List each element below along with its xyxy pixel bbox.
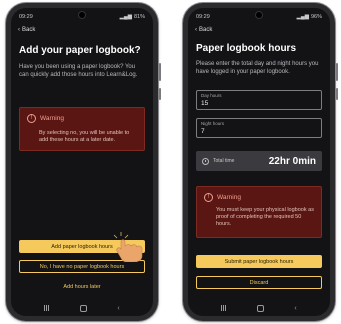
signal-icon: ▂▄▆ [119, 13, 132, 20]
back-button[interactable]: ‹ Back [195, 27, 212, 33]
warning-box: ! Warning By selecting no, you will be u… [19, 107, 145, 151]
system-nav-bar: ‹ [11, 304, 153, 312]
battery-level: 96% [310, 13, 322, 20]
hand-pointer-icon [113, 232, 143, 262]
warning-header: ! Warning [204, 193, 241, 202]
phone-frame-right: 09:29 ▂▄▆ 96% ‹ Back Paper logbook hours… [183, 3, 338, 321]
total-time-value: 22hr 0min [268, 155, 316, 167]
signal-icon: ▂▄▆ [296, 13, 309, 20]
front-camera [79, 12, 85, 18]
warning-text: You must keep your physical logbook as p… [216, 207, 314, 227]
phone-frame-left: 09:29 ▂▄▆ 81% ‹ Back Add your paper logb… [6, 3, 161, 321]
power-button [336, 88, 338, 100]
day-hours-value: 15 [201, 100, 209, 107]
power-button [159, 88, 161, 100]
front-camera [256, 12, 262, 18]
night-hours-field[interactable]: Night hours 7 [196, 118, 322, 138]
page-description: Have you been using a paper logbook? You… [19, 64, 138, 78]
warning-text: By selecting no, you will be unable to a… [39, 130, 130, 143]
warning-icon: ! [27, 114, 36, 123]
warning-title: Warning [217, 194, 241, 201]
total-time-card: Total time 22hr 0min [196, 151, 322, 171]
back-button[interactable]: ‹ Back [18, 27, 35, 33]
back-label: Back [199, 27, 213, 33]
nav-back-icon[interactable]: ‹ [117, 305, 119, 312]
discard-button[interactable]: Discard [196, 276, 322, 289]
volume-button [159, 63, 161, 81]
status-icons: ▂▄▆ 81% [120, 14, 145, 20]
page-title: Add your paper logbook? [19, 45, 141, 56]
paper-logbook-hours-screen: 09:29 ▂▄▆ 96% ‹ Back Paper logbook hours… [188, 8, 330, 316]
warning-box: ! Warning You must keep your physical lo… [196, 186, 322, 238]
nav-back-icon[interactable]: ‹ [294, 305, 296, 312]
warning-icon: ! [204, 193, 213, 202]
home-icon[interactable] [79, 304, 87, 312]
battery-level: 81% [133, 13, 145, 20]
total-time-label: Total time [213, 158, 235, 164]
add-hours-later-button[interactable]: Add hours later [19, 280, 145, 293]
back-chevron-icon: ‹ [195, 27, 197, 33]
recent-apps-icon[interactable] [221, 305, 227, 311]
day-hours-label: Day hours [201, 93, 222, 98]
clock-icon [202, 157, 209, 165]
back-label: Back [22, 27, 36, 33]
page-description: Please enter the total day and night hou… [196, 61, 319, 75]
system-nav-bar: ‹ [188, 304, 330, 312]
volume-button [336, 63, 338, 81]
add-logbook-screen: 09:29 ▂▄▆ 81% ‹ Back Add your paper logb… [11, 8, 153, 316]
home-icon[interactable] [256, 304, 264, 312]
night-hours-value: 7 [201, 128, 205, 135]
submit-paper-logbook-hours-button[interactable]: Submit paper logbook hours [196, 255, 322, 268]
day-hours-field[interactable]: Day hours 15 [196, 90, 322, 110]
status-time: 09:29 [19, 13, 33, 20]
warning-header: ! Warning [27, 114, 64, 123]
status-time: 09:29 [196, 13, 210, 20]
night-hours-label: Night hours [201, 121, 225, 126]
status-icons: ▂▄▆ 96% [297, 14, 322, 20]
warning-title: Warning [40, 115, 64, 122]
page-title: Paper logbook hours [196, 43, 297, 54]
back-chevron-icon: ‹ [18, 27, 20, 33]
recent-apps-icon[interactable] [44, 305, 50, 311]
